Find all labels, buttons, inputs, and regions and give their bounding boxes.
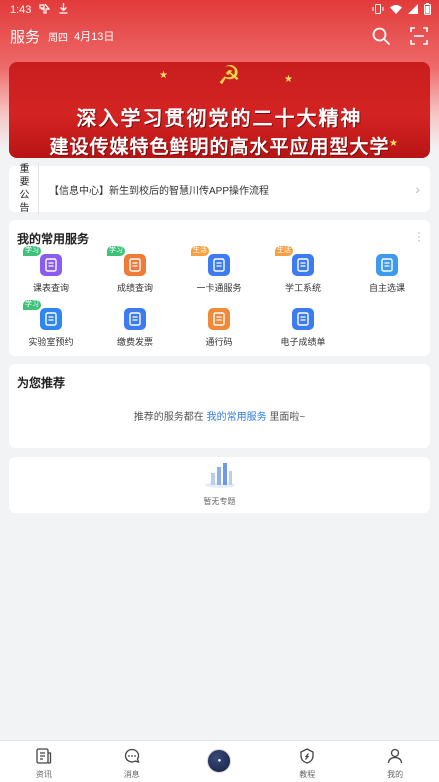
common-services-card: 我的常用服务 · · · 学习 课表查询 学习 成绩查询 生活 一卡通服务 生活 学工系统 自主选课… — [9, 220, 430, 356]
star-icon: ★ — [284, 74, 293, 85]
service-label: 学工系统 — [284, 283, 321, 293]
announcement-text[interactable]: 【信息中心】新生到校后的智慧川传APP操作流程 — [49, 182, 269, 197]
service-label: 一卡通服务 — [196, 283, 242, 293]
status-bar: 1:43 — [0, 0, 439, 20]
empty-topics-icon — [204, 461, 236, 489]
grades-icon — [124, 254, 146, 276]
promo-banner[interactable]: ☭ ★ ★ ★ 深入学习贯彻党的二十大精神 建设传媒特色鲜明的高水平应用型大学 — [9, 62, 430, 158]
more-options-icon[interactable]: · · · — [416, 226, 422, 246]
service-item[interactable]: 生活一卡通服务 — [177, 246, 261, 296]
recommend-empty-message: 推荐的服务都在 我的常用服务 里面啦~ — [9, 408, 430, 423]
star-icon: ★ — [159, 70, 168, 81]
banner-line-1: 深入学习贯彻党的二十大精神 — [76, 106, 363, 130]
vibrate-icon — [372, 3, 384, 17]
recommend-card: 为您推荐 推荐的服务都在 我的常用服务 里面啦~ — [9, 364, 430, 448]
battery-icon — [424, 2, 431, 18]
tab-profile[interactable]: 我的 — [351, 741, 439, 782]
service-label: 自主选课 — [368, 283, 405, 293]
tab-label: 消息 — [123, 770, 140, 779]
tab-news[interactable]: 资讯 — [0, 741, 88, 782]
header-date: 4月13日 — [74, 31, 115, 43]
search-icon[interactable] — [371, 26, 391, 46]
tab-label: 资讯 — [35, 770, 52, 779]
recommend-title: 为您推荐 — [17, 376, 66, 390]
tab-campus[interactable]: ● — [176, 741, 264, 782]
service-badge: 生活 — [275, 246, 293, 256]
service-label: 缴费发票 — [116, 337, 153, 347]
header-weekday: 周四 — [48, 32, 69, 44]
page-header: 服务 周四 4月13日 — [0, 22, 439, 50]
recommend-text-before: 推荐的服务都在 — [133, 412, 204, 423]
service-label: 成绩查询 — [116, 283, 153, 293]
pass-code-icon — [208, 308, 230, 330]
course-selection-icon — [376, 254, 398, 276]
page-title: 服务 — [10, 28, 41, 46]
news-icon — [35, 747, 53, 765]
timetable-icon — [40, 254, 62, 276]
chevron-right-icon[interactable]: › — [415, 181, 420, 197]
empty-topics-text: 暂无专题 — [203, 497, 236, 506]
card-service-icon — [208, 254, 230, 276]
campus-logo-icon: ● — [207, 749, 232, 773]
service-label: 实验室预约 — [28, 337, 74, 347]
lab-booking-icon — [40, 308, 62, 330]
service-badge: 学习 — [23, 300, 41, 310]
tutorial-icon — [298, 747, 316, 765]
status-time: 1:43 — [10, 4, 32, 16]
service-label: 课表查询 — [32, 283, 69, 293]
service-badge: 学习 — [23, 246, 41, 256]
service-item[interactable]: 生活学工系统 — [261, 246, 345, 296]
service-label: 通行码 — [205, 337, 233, 347]
banner-line-2: 建设传媒特色鲜明的高水平应用型大学 — [49, 136, 390, 158]
service-badge: 学习 — [107, 246, 125, 256]
recommend-text-after: 里面啦~ — [269, 412, 306, 423]
hammer-sickle-emblem-icon: ☭ — [217, 62, 241, 90]
tab-label: 教程 — [299, 770, 316, 779]
service-badge: 生活 — [191, 246, 209, 256]
service-item[interactable]: 学习实验室预约 — [9, 300, 93, 350]
scan-icon[interactable] — [409, 26, 429, 46]
message-icon — [123, 747, 141, 765]
download-icon — [59, 3, 68, 17]
tab-label: 我的 — [387, 770, 404, 779]
wifi-icon — [390, 4, 402, 17]
common-services-link[interactable]: 我的常用服务 — [207, 412, 267, 423]
app-notification-icon — [39, 3, 51, 17]
service-item[interactable]: 学习课表查询 — [9, 246, 93, 296]
profile-icon — [386, 747, 404, 765]
service-item[interactable]: 电子成绩单 — [261, 304, 345, 350]
bottom-tab-bar: 资讯 消息 ● 教程 我的 — [0, 740, 439, 782]
tab-tutorial[interactable]: 教程 — [263, 741, 351, 782]
announcement-tag: 重要公告 — [17, 163, 39, 215]
service-item[interactable]: 自主选课 — [345, 250, 429, 296]
services-title: 我的常用服务 — [17, 232, 90, 246]
topics-card: 暂无专题 — [9, 457, 430, 513]
service-item[interactable]: 缴费发票 — [93, 304, 177, 350]
services-grid: 学习 课表查询 学习 成绩查询 生活 一卡通服务 生活 学工系统 自主选课 学习 实验室预约 缴费发票… — [9, 246, 430, 350]
service-item[interactable]: 学习成绩查询 — [93, 246, 177, 296]
announcement-bar[interactable]: 重要公告 【信息中心】新生到校后的智慧川传APP操作流程 › — [9, 163, 430, 215]
student-affairs-icon — [292, 254, 314, 276]
signal-icon — [408, 3, 418, 17]
service-item[interactable]: 通行码 — [177, 304, 261, 350]
service-label: 电子成绩单 — [280, 337, 326, 347]
transcript-icon — [292, 308, 314, 330]
tab-messages[interactable]: 消息 — [88, 741, 176, 782]
invoice-icon — [124, 308, 146, 330]
